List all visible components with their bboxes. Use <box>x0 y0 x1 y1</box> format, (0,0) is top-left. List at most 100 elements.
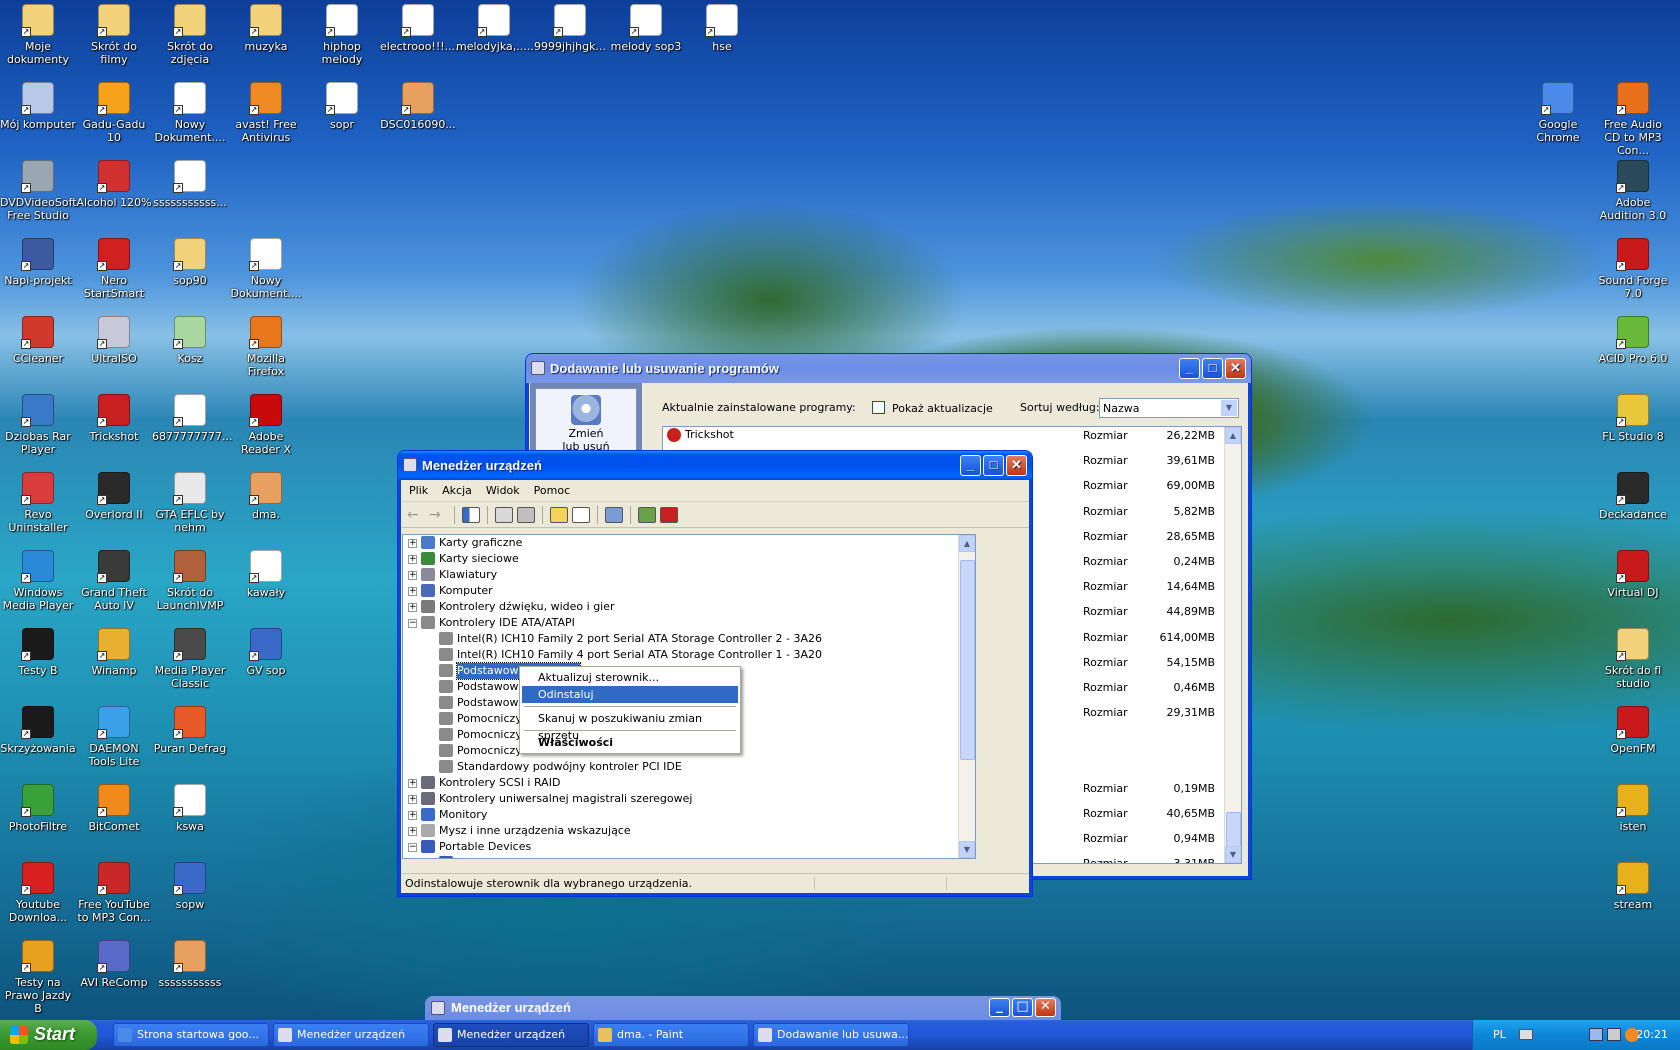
desktop-icon[interactable]: ↗ Youtube Downloa... <box>0 862 76 924</box>
sort-by-select[interactable]: Nazwa ▼ <box>1099 398 1239 418</box>
device-manager-titlebar[interactable]: Menedżer urządzeń _ □ ✕ <box>398 451 1032 480</box>
maximize-button[interactable]: □ <box>1012 998 1033 1017</box>
language-indicator[interactable]: PL <box>1493 1028 1506 1041</box>
desktop-icon[interactable]: ↗ Free Audio CD to MP3 Con... <box>1595 82 1671 157</box>
taskbar-button[interactable]: Dodawanie lub usuwa... <box>753 1023 909 1047</box>
desktop-icon[interactable]: ↗ melody sop3 <box>608 4 684 53</box>
show-hide-tree-icon[interactable] <box>462 506 480 523</box>
desktop-icon[interactable]: ↗ Windows Media Player <box>0 550 76 612</box>
desktop-icon[interactable]: ↗ Trickshot <box>76 394 152 443</box>
desktop-icon[interactable]: ↗ DVDVideoSoft Free Studio <box>0 160 77 222</box>
forward-icon[interactable]: → <box>429 507 447 523</box>
desktop-icon[interactable]: ↗ Free YouTube to MP3 Con... <box>76 862 152 924</box>
desktop-icon[interactable]: ↗ Alcohol 120% <box>76 160 152 209</box>
desktop-icon[interactable]: ↗ stream <box>1595 862 1671 911</box>
tree-item[interactable]: + Komputer <box>403 583 975 599</box>
show-updates-checkbox[interactable] <box>872 401 885 414</box>
desktop-icon[interactable]: ↗ Overlord II <box>76 472 152 521</box>
tree-item[interactable]: Intel(R) ICH10 Family 4 port Serial ATA … <box>403 647 975 663</box>
minimize-button[interactable]: _ <box>960 455 981 476</box>
desktop-icon[interactable]: ↗ hse <box>684 4 760 53</box>
desktop-icon[interactable]: ↗ Adobe Reader X <box>228 394 304 456</box>
desktop-icon[interactable]: ↗ Moje dokumenty <box>0 4 76 66</box>
program-row[interactable]: Rozmiar 26,22MB <box>663 429 1241 449</box>
desktop-icon[interactable]: ↗ Testy na Prawo Jazdy B <box>0 940 76 1015</box>
volume-icon[interactable] <box>1607 1028 1621 1041</box>
close-button[interactable]: ✕ <box>1225 358 1246 379</box>
desktop-icon[interactable]: ↗ Virtual DJ <box>1595 550 1671 599</box>
taskbar-button[interactable]: Menedżer urządzeń <box>433 1023 589 1047</box>
print-icon[interactable] <box>517 506 535 523</box>
tree-item[interactable]: Standardowy podwójny kontroler PCI IDE <box>403 759 975 775</box>
update-driver-icon[interactable] <box>638 506 656 523</box>
scroll-down-arrow-icon[interactable]: ▼ <box>959 841 975 858</box>
desktop-icon[interactable]: ↗ AVI ReComp <box>76 940 152 989</box>
scroll-up-arrow-icon[interactable]: ▲ <box>959 535 975 552</box>
desktop-icon[interactable]: ↗ PhotoFiltre <box>0 784 76 833</box>
tree-item[interactable]: − Portable Devices <box>403 839 975 855</box>
desktop-icon[interactable]: ↗ Skrót do fl studio <box>1595 628 1671 690</box>
expand-icon[interactable]: + <box>408 779 417 788</box>
device-tree-scrollbar[interactable]: ▲ ▼ <box>958 535 975 858</box>
expand-icon[interactable]: + <box>408 795 417 804</box>
menu-widok[interactable]: Widok <box>486 484 520 497</box>
tree-item[interactable]: + Mysz i inne urządzenia wskazujące <box>403 823 975 839</box>
desktop-icon[interactable]: ↗ BitComet <box>76 784 152 833</box>
desktop-icon[interactable]: ↗ Adobe Audition 3.0 <box>1595 160 1671 222</box>
desktop-icon[interactable]: ↗ GTA EFLC by nehm <box>152 472 228 534</box>
view-icon[interactable] <box>572 506 590 523</box>
uninstall-icon[interactable] <box>660 506 678 523</box>
desktop-icon[interactable]: ↗ 9999jhjhgk... <box>532 4 608 53</box>
close-button[interactable]: ✕ <box>1006 455 1027 476</box>
maximize-button[interactable]: □ <box>1202 358 1223 379</box>
menu-pomoc[interactable]: Pomoc <box>534 484 570 497</box>
desktop-icon[interactable]: ↗ Grand Theft Auto IV <box>76 550 152 612</box>
desktop-icon[interactable]: ↗ CCleaner <box>0 316 76 365</box>
desktop-icon[interactable]: ↗ Deckadance <box>1595 472 1671 521</box>
expand-icon[interactable]: + <box>408 827 417 836</box>
tree-item[interactable]: + Karty sieciowe <box>403 551 975 567</box>
desktop-icon[interactable]: ↗ Skrót do filmy <box>76 4 152 66</box>
taskbar-button[interactable]: Menedżer urządzeń <box>273 1023 429 1047</box>
desktop-icon[interactable]: ↗ avast! Free Antivirus <box>228 82 304 144</box>
maximize-button[interactable]: □ <box>983 455 1004 476</box>
expand-icon[interactable]: + <box>408 811 417 820</box>
desktop-icon[interactable]: ↗ kswa <box>152 784 228 833</box>
desktop-icon[interactable]: ↗ electrooo!!!.... <box>380 4 459 53</box>
desktop-icon[interactable]: ↗ Media Player Classic <box>152 628 228 690</box>
desktop-icon[interactable]: ↗ Sound Forge 7.0 <box>1595 238 1671 300</box>
desktop-icon[interactable]: ↗ Testy B <box>0 628 76 677</box>
context-menu-item[interactable]: Właściwości <box>522 734 738 751</box>
desktop-icon[interactable]: ↗ sopw <box>152 862 228 911</box>
tree-item[interactable]: + Karty graficzne <box>403 535 975 551</box>
collapse-icon[interactable]: − <box>408 619 417 628</box>
tree-item[interactable]: + Klawiatury <box>403 567 975 583</box>
desktop-icon[interactable]: ↗ FL Studio 8 <box>1595 394 1671 443</box>
desktop-icon[interactable]: ↗ ACID Pro 6.0 <box>1595 316 1671 365</box>
desktop-icon[interactable]: ↗ sssssssssss... <box>152 160 228 209</box>
desktop-icon[interactable]: ↗ DSC016090... <box>380 82 456 131</box>
properties-icon[interactable] <box>495 506 513 523</box>
change-remove-button[interactable]: Zmień lub usuń <box>535 388 637 456</box>
taskbar-button[interactable]: Strona startowa goo... <box>113 1023 269 1047</box>
context-menu-item[interactable]: Odinstaluj <box>522 686 738 703</box>
desktop-icon[interactable]: ↗ Nowy Dokument.... <box>152 82 228 144</box>
desktop-icon[interactable]: ↗ Gadu-Gadu 10 <box>76 82 152 144</box>
chevron-down-icon[interactable]: ▼ <box>1221 400 1237 416</box>
menu-plik[interactable]: Plik <box>409 484 428 497</box>
expand-icon[interactable]: + <box>408 587 417 596</box>
desktop-icon[interactable]: ↗ dma. <box>228 472 304 521</box>
tree-item[interactable]: Intel(R) ICH10 Family 2 port Serial ATA … <box>403 631 975 647</box>
desktop-icon[interactable]: ↗ Nero StartSmart <box>76 238 152 300</box>
expand-icon[interactable]: + <box>408 571 417 580</box>
close-button[interactable]: ✕ <box>1035 998 1056 1017</box>
keyboard-icon[interactable] <box>1519 1029 1533 1040</box>
tree-item[interactable]: + Kontrolery SCSI i RAID <box>403 775 975 791</box>
desktop-icon[interactable]: ↗ sop90 <box>152 238 228 287</box>
tree-item[interactable]: + Monitory <box>403 807 975 823</box>
expand-icon[interactable]: + <box>408 539 417 548</box>
desktop-icon[interactable]: ↗ UltraISO <box>76 316 152 365</box>
tree-item[interactable]: + Kontrolery dźwięku, wideo i gier <box>403 599 975 615</box>
help-icon[interactable] <box>550 506 568 523</box>
add-remove-titlebar[interactable]: Dodawanie lub usuwanie programów _ □ ✕ <box>526 354 1251 383</box>
